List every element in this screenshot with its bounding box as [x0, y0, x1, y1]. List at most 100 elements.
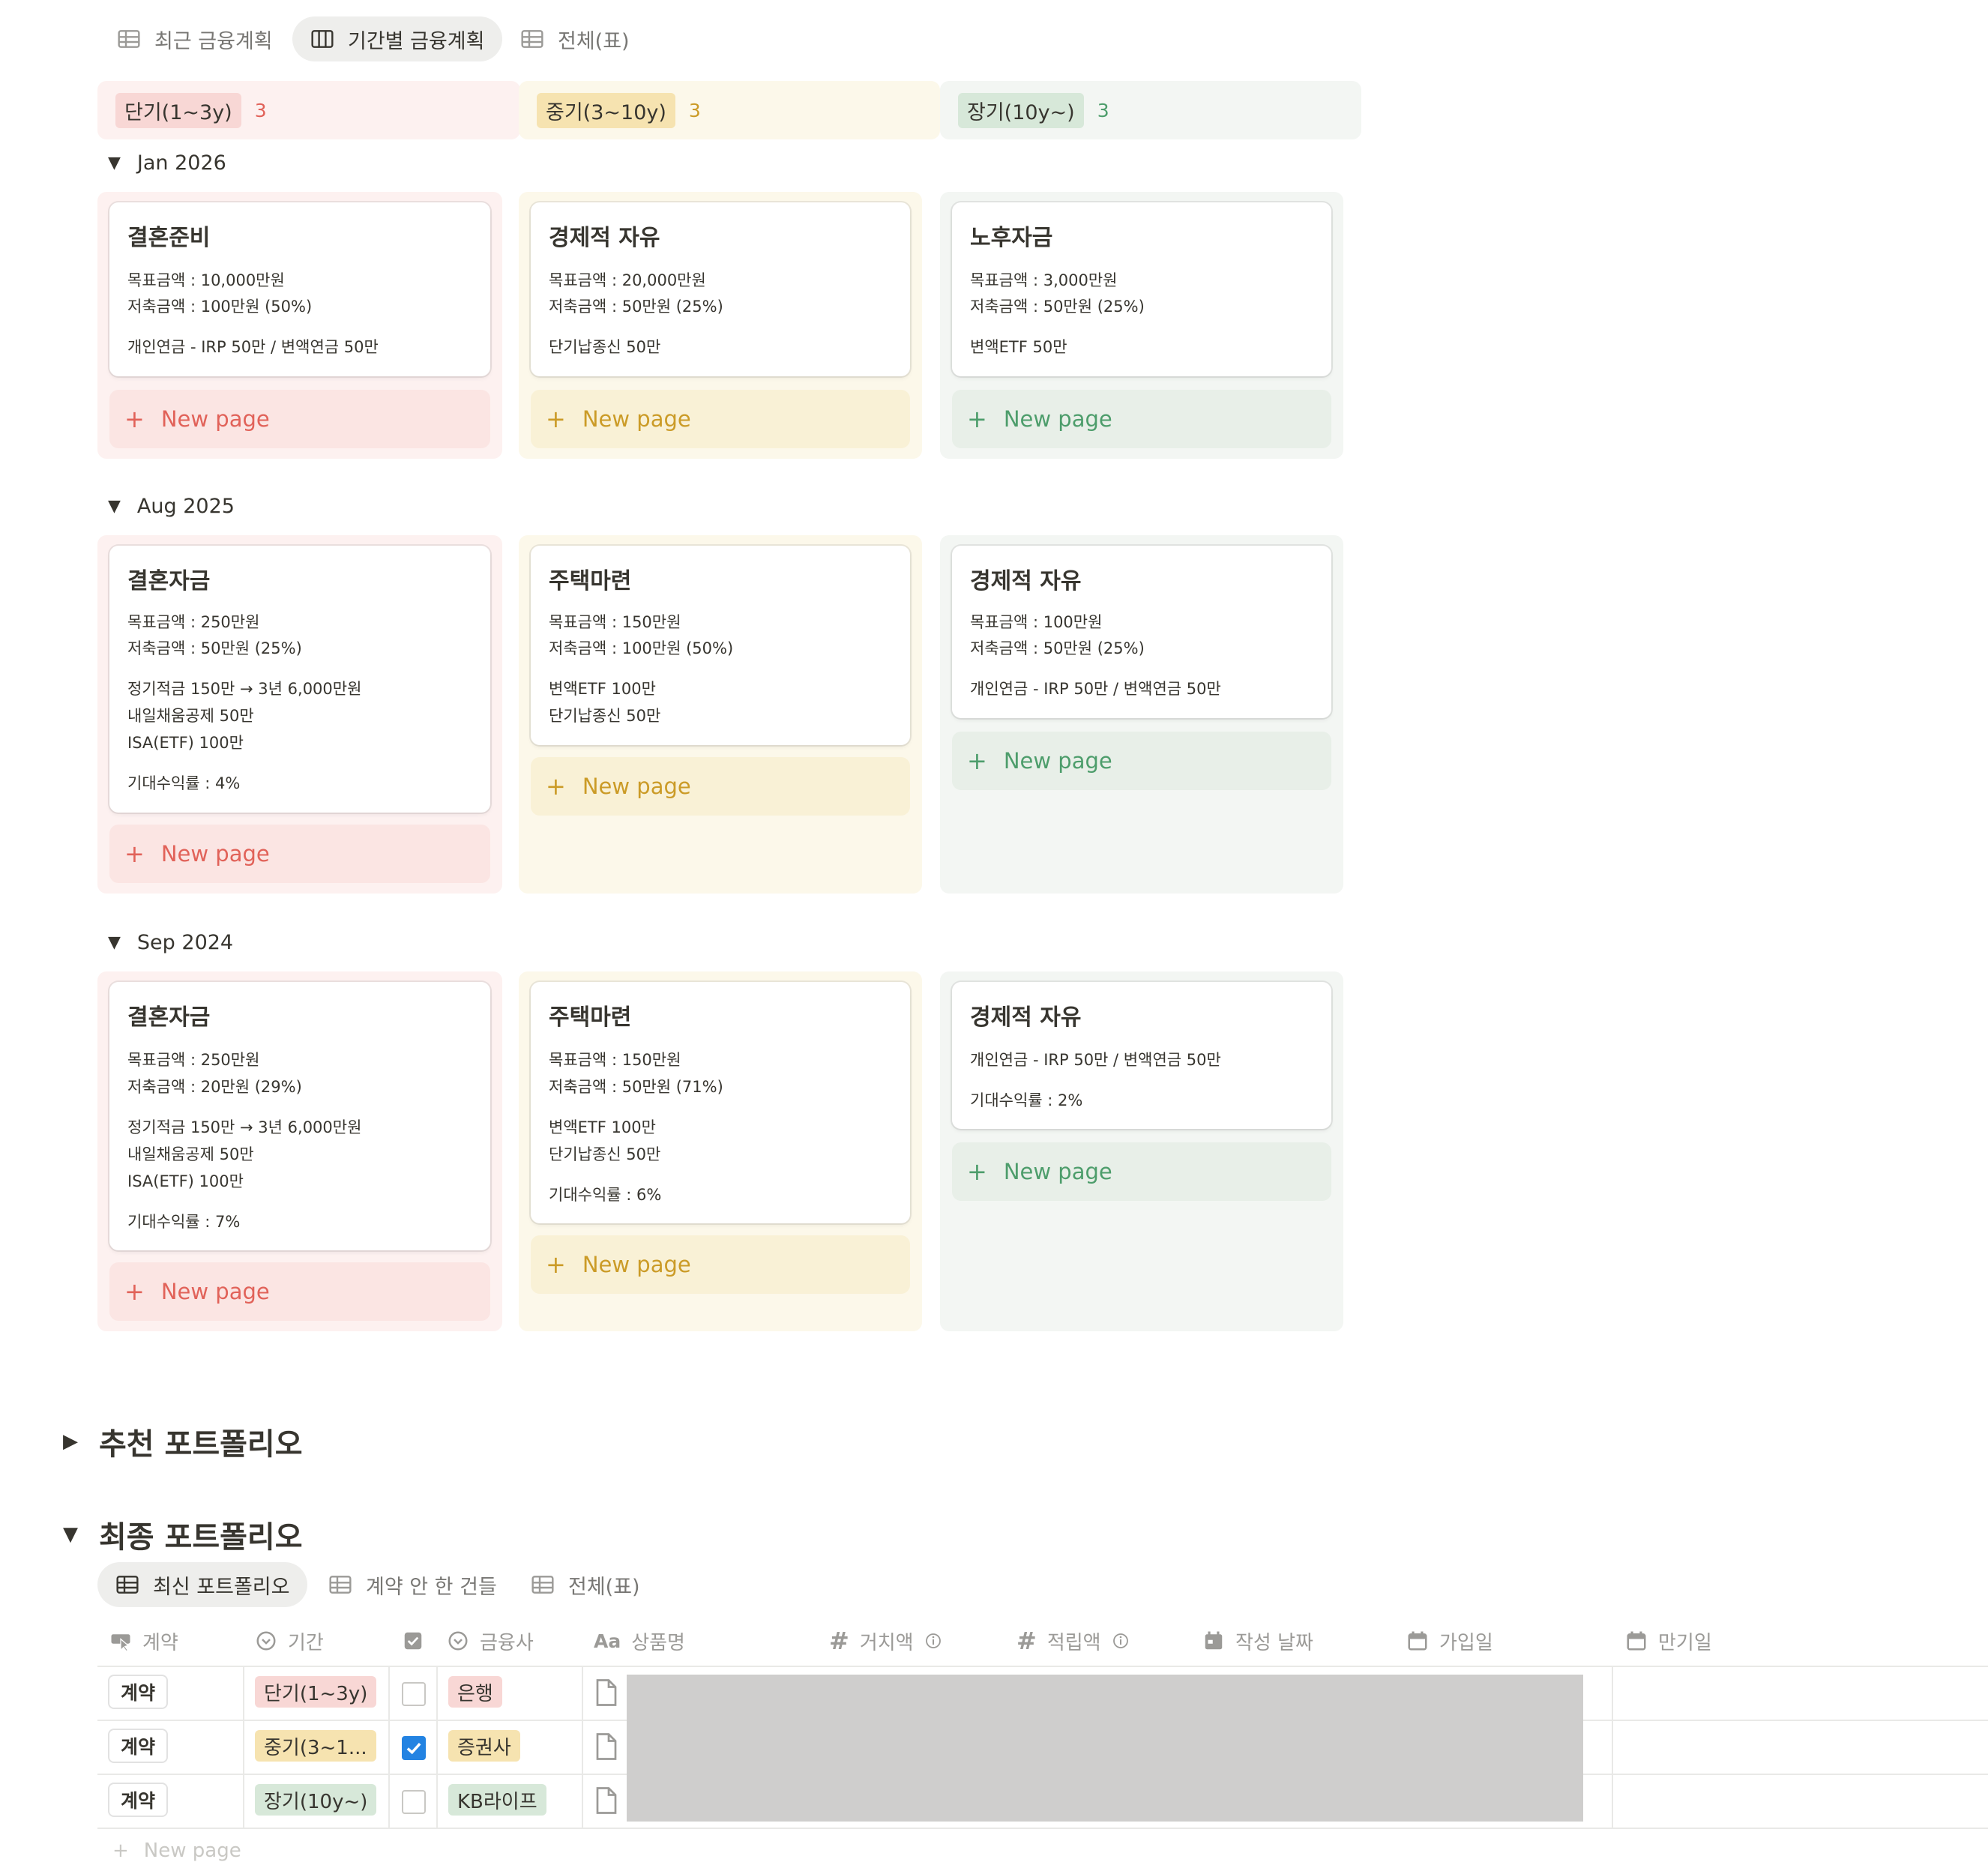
card-line: 저축금액 : 50만원 (25%)	[127, 639, 302, 657]
page-icon[interactable]	[595, 1787, 618, 1814]
new-page-button[interactable]: + New page	[531, 390, 910, 448]
period-tag[interactable]: 중기(3~1...	[255, 1730, 376, 1762]
card-line: 내일채움공제 50만	[127, 707, 254, 725]
card-financial-freedom[interactable]: 경제적 자유 개인연금 - IRP 50만 / 변액연금 50만 기대수익률 :…	[952, 982, 1331, 1129]
new-page-label: New page	[1003, 406, 1112, 432]
column-header-company[interactable]: 금융사	[447, 1624, 534, 1658]
tab-all-table[interactable]: 전체(표)	[513, 1562, 658, 1607]
new-page-button[interactable]: + New page	[109, 1262, 490, 1321]
tab-label: 전체(표)	[568, 1575, 640, 1599]
column-header-checkbox[interactable]	[402, 1624, 424, 1658]
column-header-mid[interactable]: 중기(3~10y) 3	[519, 81, 940, 139]
contract-button[interactable]: 계약	[109, 1676, 166, 1708]
company-tag[interactable]: 은행	[448, 1676, 502, 1708]
column-label: 거치액	[859, 1631, 914, 1654]
column-header-maturity-date[interactable]: 만기일	[1625, 1624, 1712, 1658]
card-financial-freedom[interactable]: 경제적 자유 목표금액 : 100만원 저축금액 : 50만원 (25%) 개인…	[952, 546, 1331, 718]
new-page-button[interactable]: + New page	[952, 1142, 1331, 1201]
contract-button[interactable]: 계약	[109, 1784, 166, 1816]
card-line: 단기납종신 50만	[549, 707, 661, 725]
new-page-button[interactable]: + New page	[531, 1235, 910, 1294]
group-toggle-sep-2024[interactable]: ▼ Sep 2024	[108, 931, 233, 954]
page-icon[interactable]	[595, 1733, 618, 1760]
card-wedding-fund[interactable]: 결혼자금 목표금액 : 250만원 저축금액 : 50만원 (25%) 정기적금…	[109, 546, 490, 813]
column-label: 적립액	[1046, 1631, 1101, 1654]
plus-icon: +	[546, 772, 566, 801]
card-line: 개인연금 - IRP 50만 / 변액연금 50만	[970, 1051, 1221, 1069]
new-page-label: New page	[582, 774, 691, 799]
card-line: 목표금액 : 250만원	[127, 613, 260, 631]
card-housing[interactable]: 주택마련 목표금액 : 150만원 저축금액 : 50만원 (71%) 변액ET…	[531, 982, 910, 1223]
card-financial-freedom[interactable]: 경제적 자유 목표금액 : 20,000만원 저축금액 : 50만원 (25%)…	[531, 202, 910, 376]
section-title: 추천 포트폴리오	[99, 1427, 303, 1462]
group-toggle-jan-2026[interactable]: ▼ Jan 2026	[108, 151, 226, 175]
card-line: ISA(ETF) 100만	[127, 1172, 244, 1190]
card-line: 목표금액 : 3,000만원	[970, 271, 1118, 289]
tab-label: 기간별 금융계획	[348, 29, 485, 53]
triangle-right-icon: ▶	[63, 1430, 78, 1453]
card-line: 목표금액 : 150만원	[549, 1051, 681, 1069]
card-housing[interactable]: 주택마련 목표금액 : 150만원 저축금액 : 100만원 (50%) 변액E…	[531, 546, 910, 745]
company-tag[interactable]: KB라이프	[448, 1784, 546, 1816]
card-line: 변액ETF 50만	[970, 338, 1067, 356]
column-count: 3	[1097, 99, 1109, 121]
card-wedding-prep[interactable]: 결혼준비 목표금액 : 10,000만원 저축금액 : 100만원 (50%) …	[109, 202, 490, 376]
card-title: 주택마련	[549, 568, 632, 594]
column-header-long[interactable]: 장기(10y~) 3	[940, 81, 1361, 139]
group-toggle-aug-2025[interactable]: ▼ Aug 2025	[108, 495, 235, 518]
new-page-button[interactable]: + New page	[109, 825, 490, 883]
section-toggle-final[interactable]: ▼ 최종 포트폴리오	[63, 1513, 303, 1556]
triangle-down-icon: ▼	[63, 1523, 78, 1546]
table-icon	[531, 1576, 554, 1594]
column-header-contract[interactable]: 계약	[109, 1624, 178, 1658]
row-checkbox-checked[interactable]	[402, 1736, 426, 1760]
tab-latest-portfolio[interactable]: 최신 포트폴리오	[97, 1562, 308, 1607]
contract-button[interactable]: 계약	[109, 1730, 166, 1762]
row-checkbox[interactable]	[402, 1790, 426, 1814]
card-line: 저축금액 : 50만원 (25%)	[970, 298, 1145, 316]
section-toggle-recommended[interactable]: ▶ 추천 포트폴리오	[63, 1420, 303, 1463]
company-tag[interactable]: 증권사	[448, 1730, 520, 1762]
info-icon	[1112, 1633, 1128, 1648]
page-icon[interactable]	[595, 1679, 618, 1706]
triangle-down-icon: ▼	[108, 497, 121, 516]
card-line: 저축금액 : 50만원 (25%)	[970, 639, 1145, 657]
card-retirement-fund[interactable]: 노후자금 목표금액 : 3,000만원 저축금액 : 50만원 (25%) 변액…	[952, 202, 1331, 376]
column-header-product[interactable]: Aa 상품명	[594, 1624, 685, 1658]
plus-icon: +	[546, 405, 566, 433]
column-header-period[interactable]: 기간	[255, 1624, 324, 1658]
group-label: Sep 2024	[136, 931, 234, 954]
table-new-row-button[interactable]: + New page	[112, 1840, 241, 1862]
card-line: 내일채움공제 50만	[127, 1145, 254, 1163]
card-line: 변액ETF 100만	[549, 680, 656, 698]
row-checkbox[interactable]	[402, 1682, 426, 1706]
plus-icon: +	[112, 1840, 129, 1862]
table-divider	[582, 1666, 583, 1828]
plus-icon: +	[967, 1157, 987, 1186]
column-header-join-date[interactable]: 가입일	[1406, 1624, 1493, 1658]
new-page-label: New page	[143, 1840, 241, 1862]
new-page-label: New page	[160, 1279, 270, 1304]
card-line: 기대수익률 : 7%	[127, 1213, 241, 1231]
info-icon	[925, 1633, 941, 1648]
redacted-block	[627, 1675, 1583, 1822]
column-header-lump-sum[interactable]: # 거치액	[829, 1624, 942, 1658]
tab-not-contracted[interactable]: 계약 안 한 건들	[310, 1562, 515, 1607]
tab-period-plans[interactable]: 기간별 금융계획	[292, 16, 503, 61]
period-tag[interactable]: 단기(1~3y)	[255, 1676, 377, 1708]
column-header-short[interactable]: 단기(1~3y) 3	[97, 81, 520, 139]
column-header-installment[interactable]: # 적립액	[1016, 1624, 1130, 1658]
new-page-button[interactable]: + New page	[952, 732, 1331, 790]
group-label: Aug 2025	[136, 495, 235, 518]
card-wedding-fund[interactable]: 결혼자금 목표금액 : 250만원 저축금액 : 20만원 (29%) 정기적금…	[109, 982, 490, 1250]
card-title: 노후자금	[970, 225, 1053, 251]
period-tag[interactable]: 장기(10y~)	[255, 1784, 377, 1816]
tab-recent-plans[interactable]: 최근 금융계획	[99, 16, 291, 61]
table-divider	[97, 1828, 1988, 1829]
new-page-button[interactable]: + New page	[531, 757, 910, 816]
new-page-button[interactable]: + New page	[109, 390, 490, 448]
tab-all-table[interactable]: 전체(표)	[502, 16, 648, 61]
card-line: 목표금액 : 10,000만원	[127, 271, 285, 289]
new-page-button[interactable]: + New page	[952, 390, 1331, 448]
column-header-created-date[interactable]: 작성 날짜	[1202, 1624, 1313, 1658]
